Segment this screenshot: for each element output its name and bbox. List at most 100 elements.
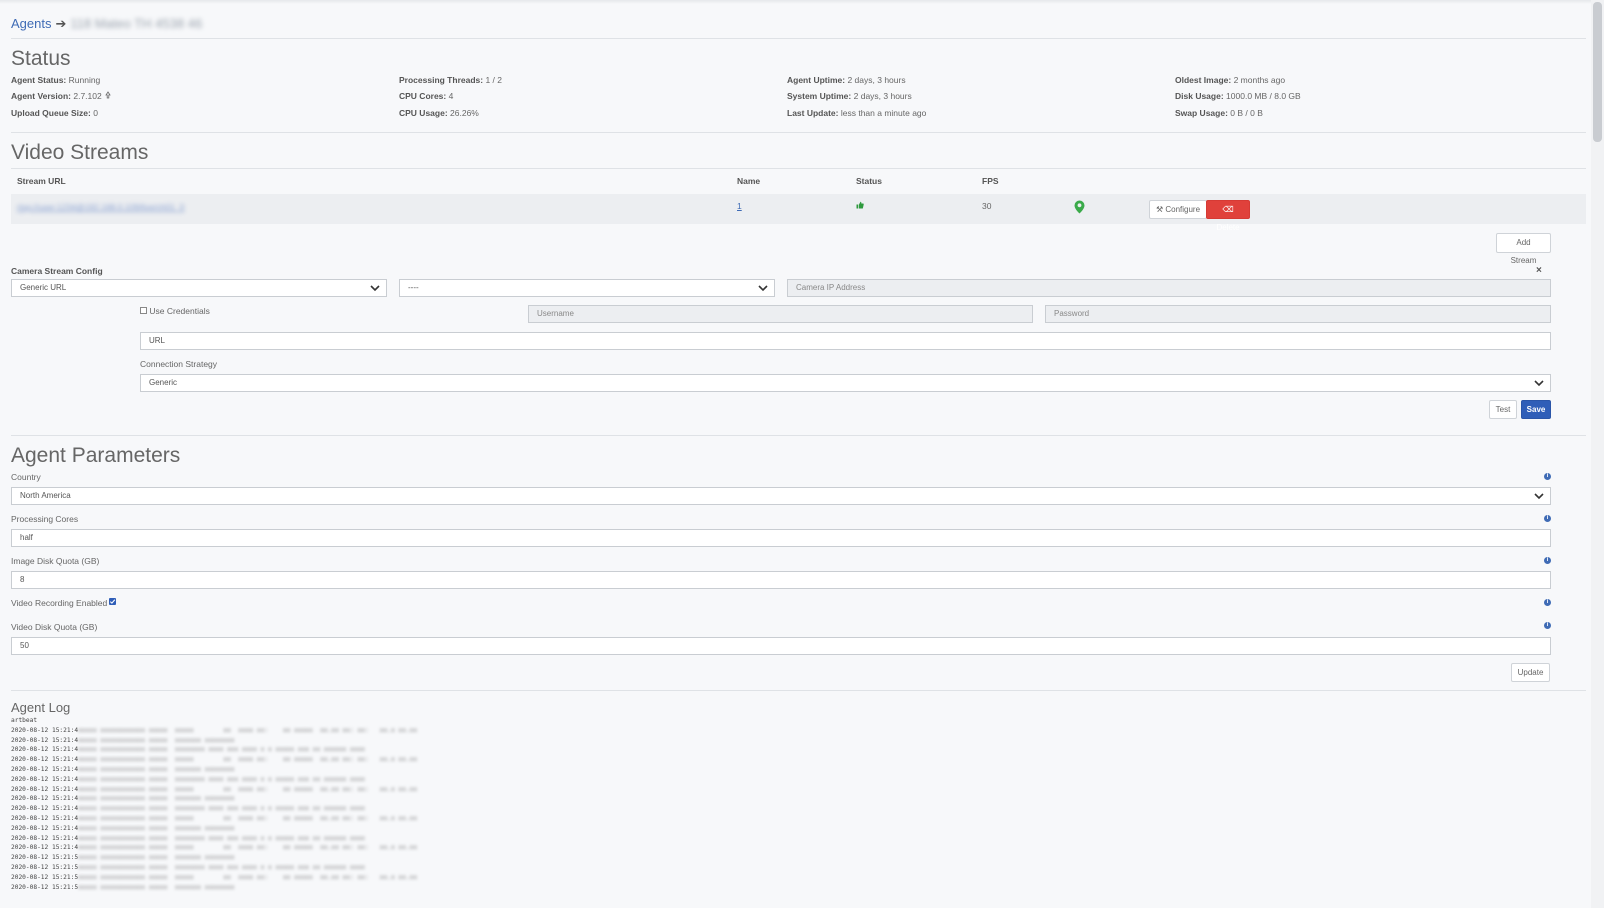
configure-button[interactable]: ⚒ Configure [1149, 200, 1207, 219]
breadcrumb-agents-link[interactable]: Agents [11, 16, 51, 31]
redacted-text: xxxxx xxxxxxxxxxxx xxxxx xxxxxxx xxxxxxx… [78, 795, 235, 803]
log-line: 2020-08-12 15:21:4xxxxx xxxxxxxxxxxx xxx… [11, 746, 365, 754]
video-quota-input[interactable]: 50 [11, 637, 1551, 655]
redacted-text: xxxxx xxxxxxxxxxxx xxxxx xxxxx xx xxxx x… [78, 814, 418, 822]
stream-name-link[interactable]: 1 [737, 201, 742, 211]
col-status: Status [856, 176, 882, 186]
log-line: 2020-08-12 15:21:5xxxxx xxxxxxxxxxxx xxx… [11, 873, 418, 881]
video-streams-title: Video Streams [11, 141, 149, 164]
log-line: 2020-08-12 15:21:4xxxxx xxxxxxxxxxxx xxx… [11, 785, 418, 793]
scrollbar-thumb[interactable] [1593, 2, 1602, 142]
status-cpu-usage: CPU Usage: 26.26% [399, 108, 479, 118]
log-line: 2020-08-12 15:21:4xxxxx xxxxxxxxxxxx xxx… [11, 834, 365, 842]
status-swap-usage: Swap Usage: 0 B / 0 B [1175, 108, 1263, 118]
video-recording-checkbox[interactable] [109, 598, 116, 605]
redacted-text: xxxxx xxxxxxxxxxxx xxxxx xxxxxxxx xxxx x… [78, 775, 365, 783]
divider [11, 690, 1586, 691]
status-oldest-image: Oldest Image: 2 months ago [1175, 75, 1286, 85]
redacted-text: xxxxx xxxxxxxxxxxx xxxxx xxxxxxxx xxxx x… [78, 834, 365, 842]
username-input[interactable]: Username [528, 305, 1033, 323]
log-line: 2020-08-12 15:21:4xxxxx xxxxxxxxxxxx xxx… [11, 805, 365, 813]
log-line: 2020-08-12 15:21:4xxxxx xxxxxxxxxxxx xxx… [11, 756, 418, 764]
info-icon[interactable]: i [1544, 515, 1551, 522]
processing-cores-label: Processing Cores [11, 514, 79, 524]
password-input[interactable]: Password [1045, 305, 1551, 323]
info-icon[interactable]: i [1544, 473, 1551, 480]
divider [11, 132, 1586, 133]
stream-url-link[interactable]: rtsp://user:1234@192.168.0.109/live/ch01… [17, 202, 184, 212]
url-input[interactable]: URL [140, 332, 1551, 350]
redacted-text: xxxxx xxxxxxxxxxxx xxxxx xxxxxxxx xxxx x… [78, 805, 365, 813]
col-fps: FPS [982, 176, 999, 186]
processing-cores-input[interactable]: half [11, 529, 1551, 547]
redacted-text: xxxxx xxxxxxxxxxxx xxxxx xxxxxxx xxxxxxx… [78, 736, 235, 744]
log-line: 2020-08-12 15:21:4xxxxx xxxxxxxxxxxx xxx… [11, 765, 235, 773]
delete-button[interactable]: ⌫ Delete [1206, 200, 1250, 232]
status-system-uptime: System Uptime: 2 days, 3 hours [787, 91, 912, 101]
chevron-down-icon [1534, 380, 1544, 387]
redacted-text: xxxxx xxxxxxxxxxxx xxxxx xxxxxxx xxxxxxx… [78, 883, 235, 891]
redacted-text: xxxxx xxxxxxxxxxxx xxxxx xxxxx xx xxxx x… [78, 873, 418, 881]
camera-model-select[interactable]: ---- [399, 279, 775, 297]
connection-strategy-select[interactable]: Generic [140, 374, 1551, 392]
col-stream-url: Stream URL [17, 176, 66, 186]
log-line: artbeat [11, 717, 38, 724]
redacted-text: xxxxx xxxxxxxxxxxx xxxxx xxxxx xx xxxx x… [78, 785, 418, 793]
scrollbar[interactable] [1591, 0, 1604, 908]
redacted-text: xxxxx xxxxxxxxxxxx xxxxx xxxxxxx xxxxxxx… [78, 854, 235, 862]
log-line: 2020-08-12 15:21:4xxxxx xxxxxxxxxxxx xxx… [11, 795, 235, 803]
use-credentials[interactable]: Use Credentials [140, 306, 210, 316]
log-line: 2020-08-12 15:21:4xxxxx xxxxxxxxxxxx xxx… [11, 736, 235, 744]
log-lines: 2020-08-12 15:21:4xxxxx xxxxxxxxxxxx xxx… [11, 726, 417, 893]
redacted-text: xxxxx xxxxxxxxxxxx xxxxx xxxxx xx xxxx x… [78, 756, 418, 764]
test-button[interactable]: Test [1489, 400, 1517, 419]
log-line: 2020-08-12 15:21:5xxxxx xxxxxxxxxxxx xxx… [11, 854, 235, 862]
info-icon[interactable]: i [1544, 599, 1551, 606]
country-label: Country [11, 472, 41, 482]
chevron-down-icon [1534, 493, 1544, 500]
redacted-text: xxxxx xxxxxxxxxxxx xxxxx xxxxxxxx xxxx x… [78, 746, 365, 754]
image-quota-input[interactable]: 8 [11, 571, 1551, 589]
update-button[interactable]: Update [1511, 663, 1550, 682]
info-icon[interactable]: i [1544, 622, 1551, 629]
check-icon [109, 599, 116, 604]
status-processing-threads: Processing Threads: 1 / 2 [399, 75, 503, 85]
agent-parameters-title: Agent Parameters [11, 444, 181, 467]
camera-config-title: Camera Stream Config [11, 266, 103, 276]
video-recording-label: Video Recording Enabled [11, 598, 108, 608]
camera-type-select[interactable]: Generic URL [11, 279, 387, 297]
wrench-icon: ⚒ [1155, 205, 1164, 214]
save-button[interactable]: Save [1521, 400, 1551, 419]
redacted-text: xxxxx xxxxxxxxxxxx xxxxx xxxxx xx xxxx x… [78, 844, 418, 852]
info-icon[interactable]: i [1544, 557, 1551, 564]
country-select[interactable]: North America [11, 487, 1551, 505]
breadcrumb: Agents ➔ 118 Mateo TH 4538 46 [11, 16, 202, 32]
status-agent-status: Agent Status: Running [11, 75, 101, 85]
log-line: 2020-08-12 15:21:5xxxxx xxxxxxxxxxxx xxx… [11, 863, 365, 871]
camera-ip-input[interactable]: Camera IP Address [787, 279, 1551, 297]
table-row: rtsp://user:1234@192.168.0.109/live/ch01… [11, 194, 1586, 232]
log-line: 2020-08-12 15:21:5xxxxx xxxxxxxxxxxx xxx… [11, 883, 235, 891]
agent-log-output: artbeat 2020-08-12 15:21:4xxxxx xxxxxxxxx… [11, 716, 417, 892]
chevron-down-icon [758, 285, 768, 292]
chevron-down-icon [370, 285, 380, 292]
breadcrumb-current: 118 Mateo TH 4538 46 [70, 16, 203, 31]
redacted-text: xxxxx xxxxxxxxxxxx xxxxx xxxxx xx xxxx x… [78, 726, 418, 734]
top-shadow [0, 0, 1604, 4]
stream-fps: 30 [982, 201, 992, 211]
log-line: 2020-08-12 15:21:4xxxxx xxxxxxxxxxxx xxx… [11, 775, 365, 783]
log-line: 2020-08-12 15:21:4xxxxx xxxxxxxxxxxx xxx… [11, 824, 235, 832]
connection-strategy-label: Connection Strategy [140, 359, 218, 369]
redacted-text: xxxxx xxxxxxxxxxxx xxxxx xxxxxxxx xxxx x… [78, 863, 365, 871]
thumbs-up-icon [856, 201, 864, 209]
status-cpu-cores: CPU Cores: 4 [399, 91, 454, 101]
status-disk-usage: Disk Usage: 1000.0 MB / 8.0 GB [1175, 91, 1301, 101]
log-line: 2020-08-12 15:21:4xxxxx xxxxxxxxxxxx xxx… [11, 726, 418, 734]
status-last-update: Last Update: less than a minute ago [787, 108, 927, 118]
status-agent-uptime: Agent Uptime: 2 days, 3 hours [787, 75, 906, 85]
map-marker-icon[interactable] [1074, 200, 1085, 214]
close-icon[interactable]: × [1536, 265, 1542, 276]
use-credentials-checkbox[interactable] [140, 307, 147, 314]
add-stream-button[interactable]: Add Stream [1496, 233, 1551, 265]
status-grid: Agent Status: Running Agent Version: 2.7… [11, 75, 1586, 125]
